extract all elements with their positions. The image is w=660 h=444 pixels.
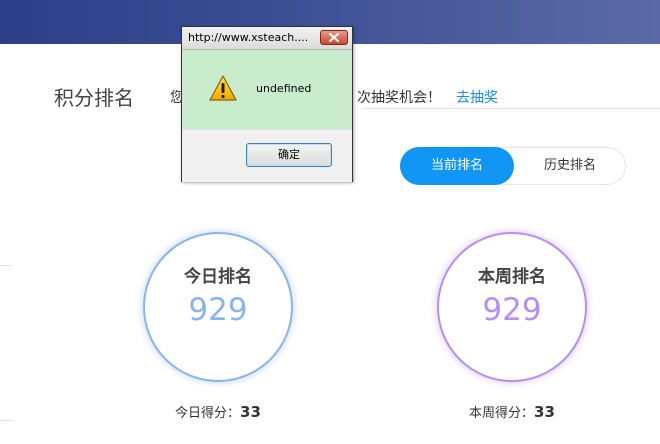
- dialog-titlebar[interactable]: http://www.xsteach....: [182, 27, 352, 50]
- week-rank-value: 929: [482, 292, 542, 328]
- dialog-close-button[interactable]: [320, 30, 348, 45]
- dialog-title: http://www.xsteach....: [188, 31, 309, 44]
- today-score: 今日得分：33: [175, 402, 261, 421]
- rank-period-toggle: 当前排名 历史排名: [400, 147, 626, 185]
- today-score-label: 今日得分：: [175, 406, 241, 421]
- ok-button[interactable]: 确定: [246, 143, 332, 167]
- header-divider: [364, 108, 660, 109]
- alert-dialog: http://www.xsteach.... undefined 确定: [181, 26, 353, 182]
- dialog-message: undefined: [256, 82, 312, 95]
- today-rank-label: 今日排名: [184, 267, 252, 287]
- week-score: 本周得分：33: [469, 402, 555, 421]
- tab-current-rank[interactable]: 当前排名: [400, 147, 514, 185]
- page-title: 积分排名: [54, 86, 134, 110]
- go-lottery-link[interactable]: 去抽奖: [456, 87, 498, 107]
- left-divider: [0, 265, 12, 266]
- tab-history-rank[interactable]: 历史排名: [513, 147, 627, 185]
- week-score-value: 33: [534, 403, 555, 421]
- left-divider-bottom: [0, 420, 12, 421]
- week-rank-label: 本周排名: [478, 267, 546, 287]
- lottery-notice-suffix: 次抽奖机会！: [357, 90, 441, 106]
- warning-icon: [209, 75, 237, 101]
- today-rank-circle: 今日排名 929: [143, 232, 293, 382]
- week-score-label: 本周得分：: [469, 406, 535, 421]
- today-rank-value: 929: [188, 292, 248, 328]
- today-score-value: 33: [240, 403, 261, 421]
- dialog-body: undefined: [182, 49, 352, 129]
- close-icon: [329, 33, 339, 42]
- week-rank-circle: 本周排名 929: [437, 232, 587, 382]
- dialog-footer: 确定: [182, 129, 352, 182]
